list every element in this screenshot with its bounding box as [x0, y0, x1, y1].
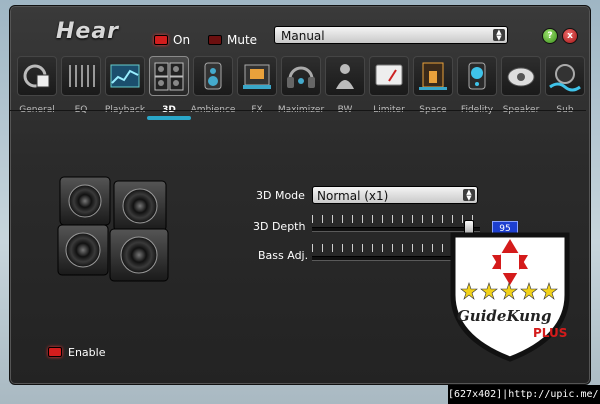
bw-icon	[325, 56, 365, 96]
mode-label: 3D Mode	[256, 189, 305, 202]
app-title: Hear	[56, 19, 120, 44]
on-led-icon	[154, 34, 168, 45]
title-bar: Hear On Mute Manual ▲ ▼ ? x	[10, 6, 590, 56]
mute-label: Mute	[227, 32, 258, 47]
ambience-icon	[193, 56, 233, 96]
speakers-3d-icon	[149, 56, 189, 96]
enable-toggle[interactable]: Enable	[48, 345, 105, 359]
svg-text:GuideKung: GuideKung	[457, 307, 551, 325]
svg-text:PLUS: PLUS	[533, 326, 567, 340]
fx-icon	[237, 56, 277, 96]
slider-ticks	[312, 215, 480, 223]
on-toggle[interactable]: On	[154, 32, 190, 47]
preset-value: Manual	[281, 29, 325, 43]
close-button[interactable]: x	[562, 28, 578, 44]
depth-label: 3D Depth	[253, 220, 306, 233]
bass-label: Bass Adj.	[258, 249, 309, 262]
limiter-gauge-icon	[369, 56, 409, 96]
preset-select[interactable]: Manual ▲ ▼	[274, 26, 508, 44]
on-label: On	[173, 32, 191, 47]
sub-icon	[545, 56, 585, 96]
fidelity-icon	[457, 56, 497, 96]
enable-led-icon	[48, 347, 62, 357]
guidekung-watermark-logo: GuideKung PLUS	[435, 225, 585, 369]
mute-led-icon	[208, 34, 222, 45]
image-host-footer: [627x402]|http://upic.me/	[448, 385, 600, 404]
mode-select[interactable]: Normal (x1) ▲ ▼	[312, 186, 478, 204]
speakers-3d-illustration	[54, 173, 174, 287]
speaker-icon	[501, 56, 541, 96]
mode-value: Normal (x1)	[317, 189, 389, 203]
eq-icon	[61, 56, 101, 96]
headphones-icon	[281, 56, 321, 96]
updown-arrow-icon: ▲ ▼	[463, 189, 475, 202]
help-button[interactable]: ?	[542, 28, 558, 44]
mute-toggle[interactable]: Mute	[208, 32, 257, 47]
enable-label: Enable	[68, 345, 106, 359]
tabs-divider	[10, 110, 586, 111]
general-icon	[17, 56, 57, 96]
updown-arrow-icon: ▲ ▼	[493, 29, 505, 42]
playback-icon	[105, 56, 145, 96]
space-icon	[413, 56, 453, 96]
